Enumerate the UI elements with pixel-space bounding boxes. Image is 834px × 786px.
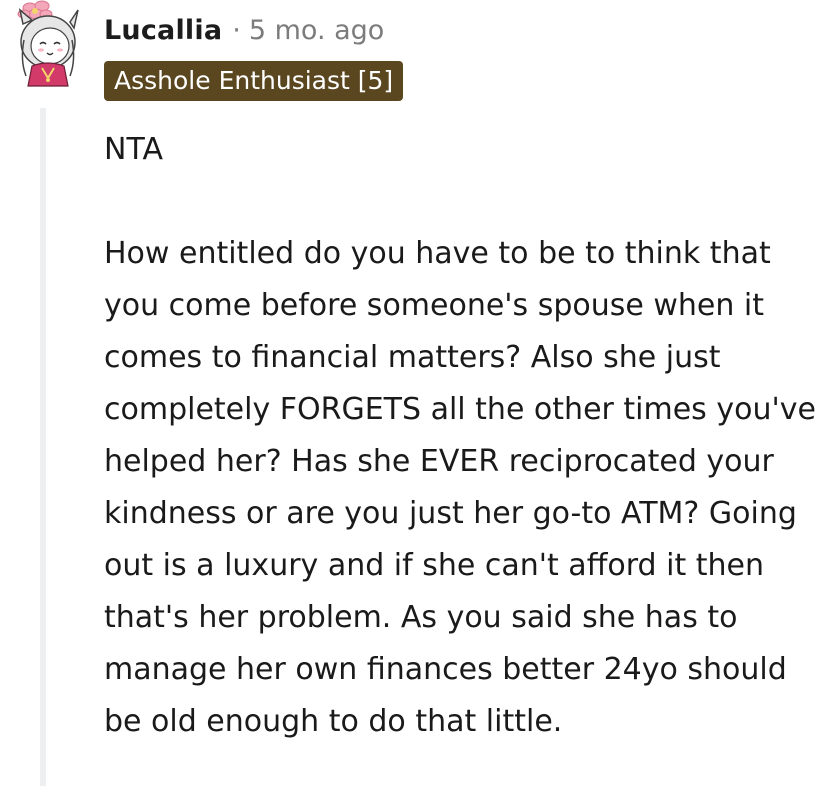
comment-timestamp[interactable]: 5 mo. ago — [249, 15, 384, 46]
username-link[interactable]: Lucallia — [104, 15, 222, 46]
anime-girl-avatar-icon — [17, 0, 79, 87]
user-avatar[interactable] — [8, 0, 88, 88]
comment-body: NTA How entitled do you have to be to th… — [104, 124, 824, 748]
comment-paragraph: How entitled do you have to be to think … — [104, 236, 816, 739]
comment-header: Lucallia · 5 mo. ago — [104, 10, 384, 50]
meta-separator: · — [232, 14, 241, 46]
comment: Lucallia · 5 mo. ago Asshole Enthusiast … — [0, 0, 834, 786]
comment-verdict: NTA — [104, 132, 163, 167]
thread-collapse-line[interactable] — [40, 108, 46, 786]
user-flair-badge: Asshole Enthusiast [5] — [104, 61, 404, 101]
